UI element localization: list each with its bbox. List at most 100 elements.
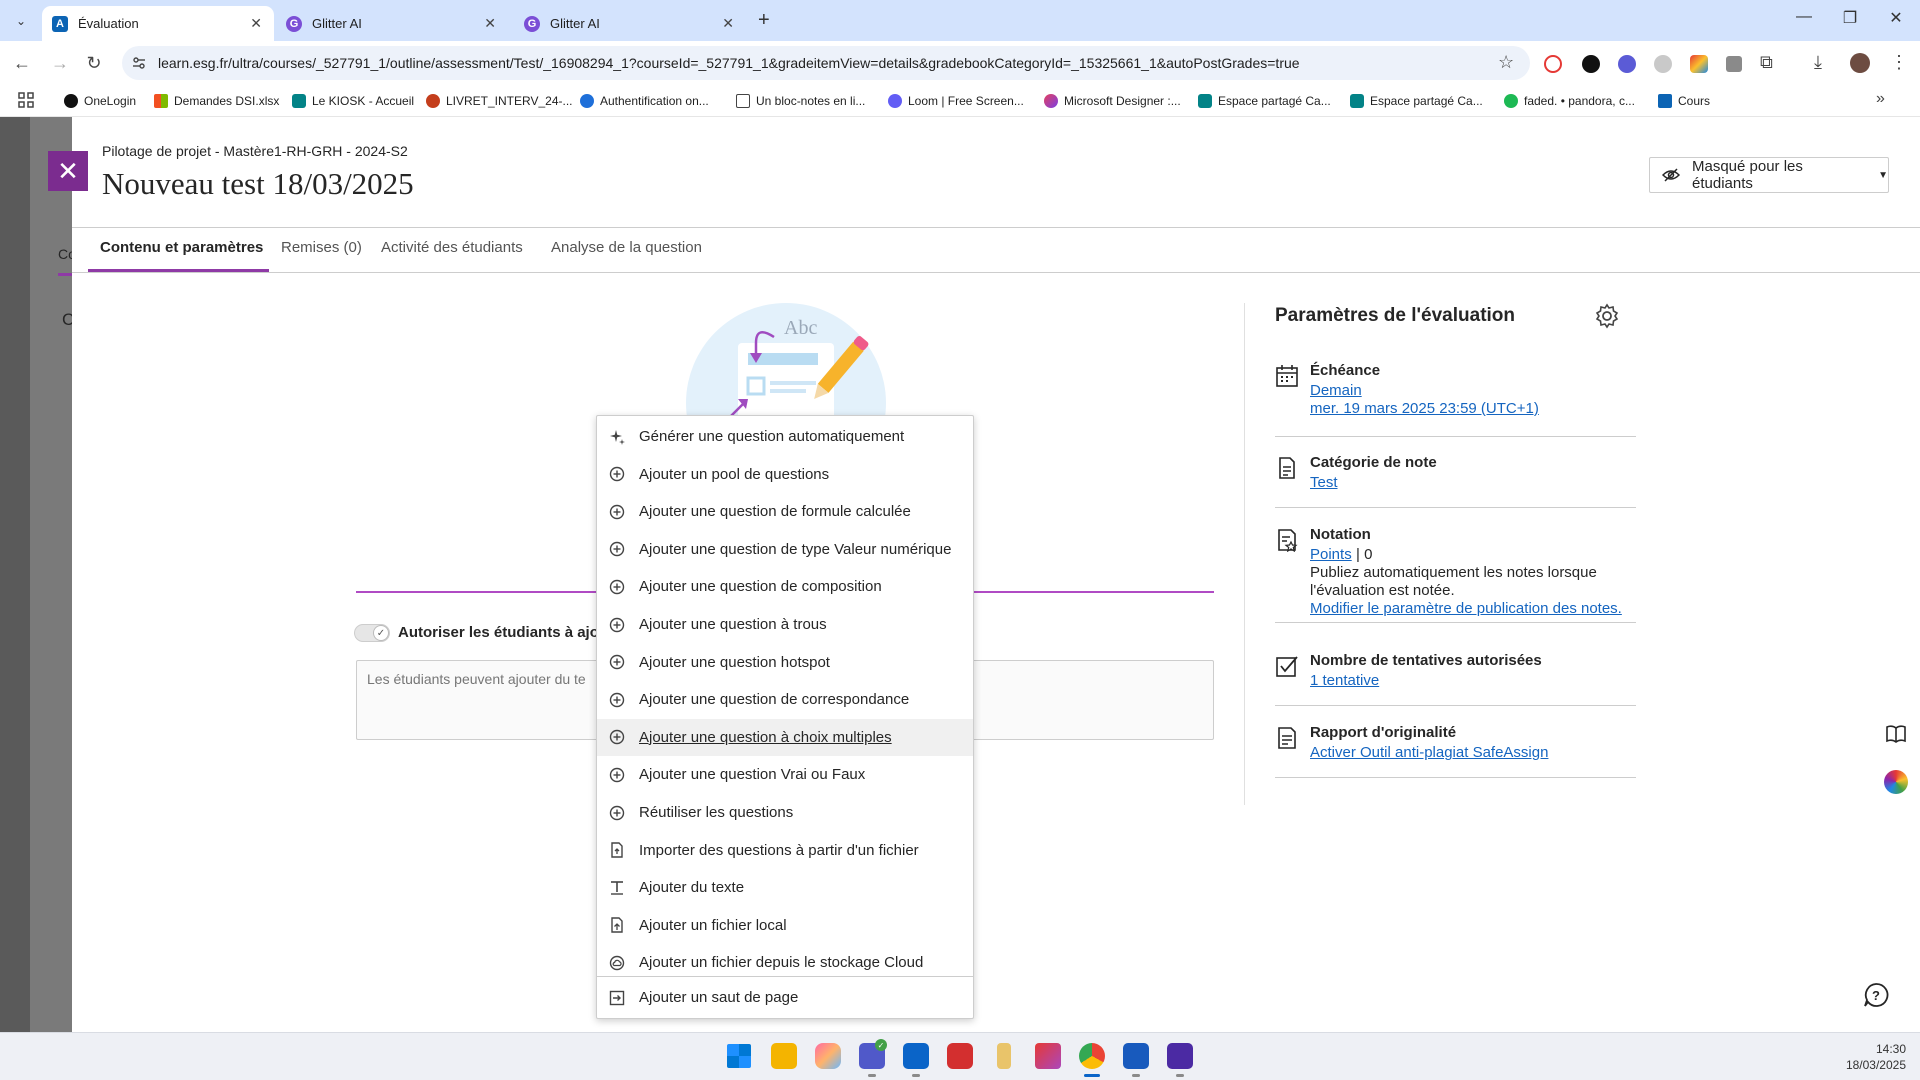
bookmark-espace-2[interactable]: Espace partagé Ca... (1350, 91, 1483, 111)
due-date-link[interactable]: mer. 19 mars 2025 23:59 (UTC+1) (1310, 400, 1539, 417)
menu-item-label: Ajouter une question à trous (639, 616, 827, 633)
safeassign-link[interactable]: Activer Outil anti-plagiat SafeAssign (1310, 744, 1548, 761)
bookmark-star-icon[interactable]: ☆ (1498, 52, 1514, 73)
browser-menu-icon[interactable]: ⋮ (1890, 52, 1908, 73)
grading-points-link[interactable]: Points (1310, 546, 1352, 563)
menu-item[interactable]: Ajouter une question à trous (597, 606, 973, 643)
close-tab-icon[interactable]: ✕ (484, 15, 496, 32)
menu-item[interactable]: Ajouter une question de type Valeur numé… (597, 531, 973, 568)
book-icon[interactable] (1884, 722, 1908, 746)
allow-students-toggle[interactable]: ✓ (354, 624, 390, 642)
profile-avatar[interactable] (1850, 53, 1870, 73)
pen-app-icon[interactable] (997, 1043, 1011, 1069)
bookmark-spotify[interactable]: faded. • pandora, c... (1504, 91, 1635, 111)
outlook-icon[interactable] (903, 1043, 929, 1069)
category-link[interactable]: Test (1310, 474, 1338, 491)
designer-icon (1044, 94, 1058, 108)
snipping-tool-icon[interactable] (1035, 1043, 1061, 1069)
attempts-link[interactable]: 1 tentative (1310, 672, 1379, 689)
bookmark-loom[interactable]: Loom | Free Screen... (888, 91, 1024, 111)
browser-tab-glitter-2[interactable]: G Glitter AI ✕ (514, 6, 746, 41)
help-icon[interactable]: ? (1862, 981, 1890, 1009)
tab-analyse-question[interactable]: Analyse de la question (551, 239, 702, 256)
bookmark-onelogin[interactable]: OneLogin (64, 91, 136, 111)
menu-item[interactable]: Ajouter du texte (597, 869, 973, 906)
menu-item[interactable]: Générer une question automatiquement (597, 418, 973, 455)
chrome-icon[interactable] (1079, 1043, 1105, 1069)
h-app-icon[interactable] (947, 1043, 973, 1069)
photos-icon[interactable] (815, 1043, 841, 1069)
menu-item[interactable]: Ajouter un saut de page (597, 979, 973, 1016)
tab-activite-etudiants[interactable]: Activité des étudiants (381, 239, 523, 256)
more-bookmarks-icon[interactable]: » (1876, 90, 1885, 108)
address-bar[interactable]: learn.esg.fr/ultra/courses/_527791_1/out… (122, 46, 1530, 80)
assistant-icon[interactable] (1884, 770, 1908, 794)
plus-circle-icon (609, 617, 625, 633)
close-panel-button[interactable]: ✕ (48, 151, 88, 191)
menu-item[interactable]: Ajouter un pool de questions (597, 456, 973, 493)
bookmark-livret[interactable]: LIVRET_INTERV_24-... (426, 91, 573, 111)
browser-tab-glitter-1[interactable]: G Glitter AI ✕ (276, 6, 508, 41)
back-icon[interactable]: ← (10, 51, 34, 75)
restore-icon[interactable]: ❐ (1827, 8, 1873, 28)
plus-circle-icon (609, 541, 625, 557)
tab-contenu-parametres[interactable]: Contenu et paramètres (100, 239, 263, 256)
bookmark-designer[interactable]: Microsoft Designer :... (1044, 91, 1181, 111)
bookmark-demandes-dsi[interactable]: Demandes DSI.xlsx (154, 91, 279, 111)
bookmark-authentification[interactable]: Authentification on... (580, 91, 709, 111)
menu-item[interactable]: Ajouter une question de correspondance (597, 681, 973, 718)
close-tab-icon[interactable]: ✕ (722, 15, 734, 32)
menu-item-label: Ajouter une question de formule calculée (639, 503, 911, 521)
menu-item-label: Ajouter un fichier local (639, 916, 787, 934)
course-breadcrumb[interactable]: Pilotage de projet - Mastère1-RH-GRH - 2… (102, 143, 408, 159)
windows-start-icon[interactable] (727, 1044, 751, 1068)
browser-tab-evaluation[interactable]: A Évaluation ✕ (42, 6, 274, 41)
grading-publish-link[interactable]: Modifier le paramètre de publication des… (1310, 600, 1622, 617)
visibility-dropdown[interactable]: Masqué pour les étudiants ▼ (1649, 157, 1889, 193)
bookmark-bloc-notes[interactable]: Un bloc-notes en li... (736, 91, 865, 111)
tab-search-icon[interactable]: ⌄ (10, 10, 32, 32)
settings-title: Paramètres de l'évaluation (1275, 305, 1516, 326)
bookmark-kiosk[interactable]: Le KIOSK - Accueil (292, 91, 414, 111)
download-icon[interactable]: ⤓ (1814, 52, 1822, 73)
due-relative-link[interactable]: Demain (1310, 382, 1362, 399)
menu-item[interactable]: Importer des questions à partir d'un fic… (597, 832, 973, 869)
extensions-puzzle-icon[interactable]: ⧉ (1760, 52, 1773, 73)
extension-1-icon[interactable] (1544, 55, 1562, 73)
new-tab-button[interactable]: + (758, 9, 770, 32)
add-content-menu: Générer une question automatiquement Ajou… (596, 415, 974, 1019)
menu-item[interactable]: Réutiliser les questions (597, 794, 973, 831)
sharepoint-icon (1350, 94, 1364, 108)
menu-item[interactable]: Ajouter une question hotspot (597, 644, 973, 681)
menu-item[interactable]: Ajouter une question de formule calculée (597, 493, 973, 530)
extension-4-icon[interactable] (1654, 55, 1672, 73)
forward-icon[interactable]: → (48, 51, 72, 75)
q-app-icon[interactable] (1167, 1043, 1193, 1069)
file-explorer-icon[interactable] (771, 1043, 797, 1069)
reload-icon[interactable]: ↻ (82, 51, 106, 75)
gear-icon[interactable] (1594, 303, 1620, 329)
category-label: Catégorie de note (1310, 454, 1437, 471)
extension-6-icon[interactable] (1726, 56, 1742, 72)
running-indicator (1132, 1074, 1140, 1077)
menu-item[interactable]: Ajouter une question de composition (597, 568, 973, 605)
bookmark-cours[interactable]: Cours (1658, 91, 1710, 111)
close-tab-icon[interactable]: ✕ (250, 15, 262, 32)
menu-item[interactable]: Ajouter une question Vrai ou Faux (597, 756, 973, 793)
menu-item[interactable]: Ajouter un fichier local (597, 907, 973, 944)
tab-remises[interactable]: Remises (0) (281, 239, 362, 256)
apps-grid-icon[interactable] (18, 92, 34, 108)
extension-5-icon[interactable] (1690, 55, 1708, 73)
empty-test-illustration: Abc (686, 303, 886, 433)
menu-item-label: Ajouter une question de type Valeur numé… (639, 540, 952, 558)
site-info-icon[interactable] (132, 56, 146, 70)
menu-item[interactable]: Ajouter une question à choix multiples (597, 718, 973, 756)
bookmark-espace-1[interactable]: Espace partagé Ca... (1198, 91, 1331, 111)
grading-points-value: | 0 (1356, 546, 1373, 563)
extension-3-icon[interactable] (1618, 55, 1636, 73)
extension-2-icon[interactable] (1582, 55, 1600, 73)
minimize-icon[interactable]: — (1781, 8, 1827, 26)
system-clock[interactable]: 14:30 18/03/2025 (1830, 1041, 1906, 1073)
close-window-icon[interactable]: ✕ (1873, 8, 1919, 28)
word-icon[interactable] (1123, 1043, 1149, 1069)
